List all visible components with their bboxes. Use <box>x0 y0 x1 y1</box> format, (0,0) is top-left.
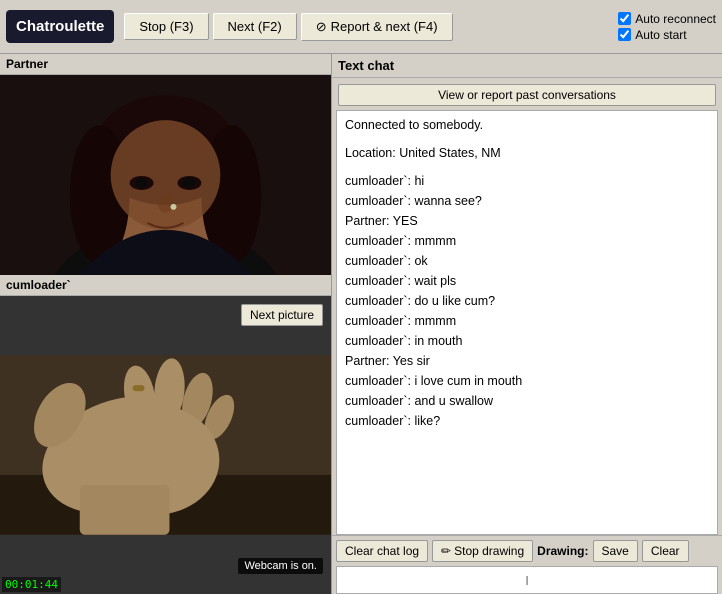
chat-message: cumloader`: wait pls <box>345 271 709 291</box>
chat-message: cumloader`: in mouth <box>345 331 709 351</box>
chat-message: Partner: Yes sir <box>345 351 709 371</box>
left-panel: Partner <box>0 54 332 594</box>
self-label: cumloader` <box>0 275 331 296</box>
chat-input[interactable] <box>337 567 717 593</box>
chat-blank-line <box>345 163 709 171</box>
partner-face-svg <box>0 75 331 275</box>
partner-video <box>0 75 331 275</box>
auto-reconnect-label[interactable]: Auto reconnect <box>618 12 716 26</box>
self-section: cumloader` <box>0 275 331 594</box>
chat-message: cumloader`: wanna see? <box>345 191 709 211</box>
chat-message: Partner: YES <box>345 211 709 231</box>
auto-start-text: Auto start <box>635 28 686 42</box>
text-chat-header: Text chat <box>332 54 722 78</box>
clear-drawing-button[interactable]: Clear <box>642 540 689 562</box>
webcam-status-badge: Webcam is on. <box>238 558 323 574</box>
pencil-icon: ✏ <box>441 544 451 558</box>
app-logo: Chatroulette <box>6 10 114 43</box>
auto-start-checkbox[interactable] <box>618 28 631 41</box>
main-content: Partner <box>0 54 722 594</box>
partner-label: Partner <box>0 54 331 75</box>
report-icon: ⊘ <box>316 19 327 35</box>
chat-message: cumloader`: and u swallow <box>345 391 709 411</box>
bottom-bar: Clear chat log ✏ Stop drawing Drawing: S… <box>332 535 722 566</box>
right-panel: Text chat View or report past conversati… <box>332 54 722 594</box>
clear-chat-button[interactable]: Clear chat log <box>336 540 428 562</box>
timer-display: 00:01:44 <box>2 577 61 592</box>
options-group: Auto reconnect Auto start <box>618 12 716 42</box>
view-report-button[interactable]: View or report past conversations <box>338 84 716 106</box>
chat-message: cumloader`: ok <box>345 251 709 271</box>
chat-message: cumloader`: mmmm <box>345 311 709 331</box>
chat-message: Location: United States, NM <box>345 143 709 163</box>
chat-blank-line <box>345 135 709 143</box>
report-button-label: Report & next (F4) <box>331 19 438 34</box>
chat-message: cumloader`: mmmm <box>345 231 709 251</box>
auto-reconnect-checkbox[interactable] <box>618 12 631 25</box>
stop-drawing-label: Stop drawing <box>454 544 524 558</box>
auto-reconnect-text: Auto reconnect <box>635 12 716 26</box>
chat-messages: Connected to somebody. Location: United S… <box>336 110 718 535</box>
report-next-button[interactable]: ⊘ Report & next (F4) <box>301 13 453 41</box>
self-video: Next picture Webcam is on. 00:01:44 <box>0 296 331 594</box>
stop-drawing-button[interactable]: ✏ Stop drawing <box>432 540 533 562</box>
chat-message: cumloader`: hi <box>345 171 709 191</box>
chat-message: cumloader`: do u like cum? <box>345 291 709 311</box>
partner-video-feed <box>0 75 331 275</box>
save-drawing-button[interactable]: Save <box>593 540 638 562</box>
next-picture-button[interactable]: Next picture <box>241 304 323 326</box>
drawing-label: Drawing: <box>537 544 588 558</box>
chat-message: Connected to somebody. <box>345 115 709 135</box>
chat-message: cumloader`: i love cum in mouth <box>345 371 709 391</box>
chat-message: cumloader`: like? <box>345 411 709 431</box>
stop-button[interactable]: Stop (F3) <box>124 13 208 40</box>
toolbar: Chatroulette Stop (F3) Next (F2) ⊘ Repor… <box>0 0 722 54</box>
self-video-svg <box>0 296 331 594</box>
chat-input-area[interactable] <box>336 566 718 594</box>
auto-start-label[interactable]: Auto start <box>618 28 716 42</box>
next-button[interactable]: Next (F2) <box>213 13 297 40</box>
